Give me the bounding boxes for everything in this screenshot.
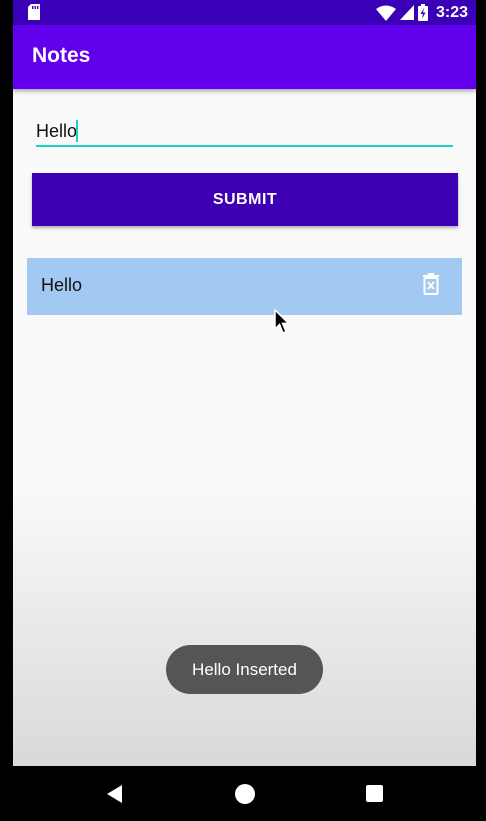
list-item[interactable]: Hello bbox=[27, 258, 462, 315]
toast-message: Hello Inserted bbox=[166, 645, 323, 694]
device-frame: 3:23 Notes SUBMIT Hello Hello Inserted bbox=[0, 0, 486, 821]
signal-icon bbox=[399, 5, 414, 20]
delete-icon[interactable] bbox=[422, 273, 440, 295]
sd-card-icon bbox=[28, 4, 40, 20]
app-bar: Notes bbox=[13, 25, 476, 89]
battery-icon bbox=[417, 4, 428, 21]
status-time: 3:23 bbox=[435, 3, 468, 21]
app-screen: 3:23 Notes SUBMIT Hello Hello Inserted bbox=[13, 0, 476, 766]
app-title: Notes bbox=[32, 44, 91, 67]
home-icon[interactable] bbox=[235, 784, 255, 804]
note-text: Hello bbox=[41, 275, 83, 295]
submit-button[interactable]: SUBMIT bbox=[32, 173, 458, 226]
status-icons: 3:23 bbox=[375, 0, 468, 25]
mouse-cursor-icon bbox=[274, 309, 290, 335]
note-input[interactable] bbox=[36, 119, 453, 143]
text-caret bbox=[76, 120, 78, 142]
recents-icon[interactable] bbox=[366, 785, 383, 802]
status-bar: 3:23 bbox=[13, 0, 476, 25]
note-input-field[interactable] bbox=[36, 113, 453, 147]
wifi-icon bbox=[375, 5, 396, 21]
back-icon[interactable] bbox=[105, 784, 125, 804]
